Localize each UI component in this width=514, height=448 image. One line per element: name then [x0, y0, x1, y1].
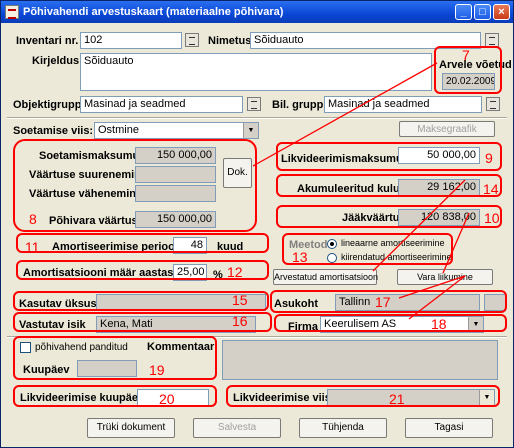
arrow-line [442, 212, 470, 274]
window: Põhivahendi arvestuskaart (materiaalne p… [0, 0, 514, 448]
arrow-line [372, 179, 466, 272]
arrow-line [398, 275, 466, 299]
arrow-line [252, 62, 438, 167]
annotation-arrows [252, 62, 470, 320]
arrow-line [408, 275, 466, 320]
